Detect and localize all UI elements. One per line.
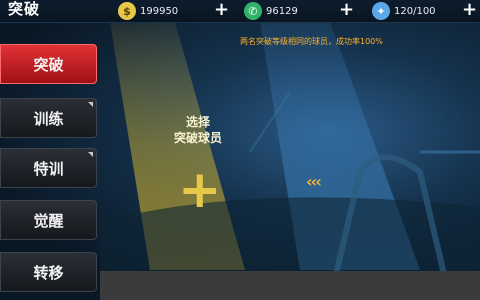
stamina-icon: ✆ [244, 2, 262, 20]
corner-indicator-icon [88, 152, 93, 157]
tab-awaken[interactable]: 觉醒 [0, 200, 97, 240]
energy-icon: ✦ [372, 2, 390, 20]
add-energy-button[interactable]: + [462, 0, 477, 20]
tab-label: 特训 [33, 159, 64, 178]
add-stamina-button[interactable]: + [339, 0, 354, 20]
coin-icon: $ [118, 2, 136, 20]
tab-label: 转移 [33, 263, 64, 282]
stamina-value: 96129 [266, 5, 298, 17]
corner-indicator-icon [88, 102, 93, 107]
energy-resource: ✦ 120/100 [372, 2, 436, 20]
stamina-resource: ✆ 96129 [244, 2, 298, 20]
tab-label: 觉醒 [33, 211, 64, 230]
sidebar: 突破 训练 特训 觉醒 转移 [0, 22, 100, 300]
arrows-left-icon: ‹‹‹ [306, 172, 322, 191]
bottom-bar [100, 271, 480, 300]
notice-text: 两名突破等级相同的球员，成功率100% [240, 37, 383, 46]
tab-transfer[interactable]: 转移 [0, 252, 97, 292]
tab-label: 训练 [33, 109, 64, 128]
coin-value: 199950 [140, 5, 179, 17]
tab-breakthrough[interactable]: 突破 [0, 44, 97, 84]
tab-training[interactable]: 训练 [0, 98, 97, 138]
top-bar: 突破 $ 199950 + ✆ 96129 + ✦ 120/100 + [0, 0, 480, 23]
add-player-icon[interactable]: + [178, 164, 222, 216]
page-title: 突破 [8, 0, 41, 18]
add-coin-button[interactable]: + [214, 0, 229, 20]
coin-resource: $ 199950 [118, 2, 178, 20]
select-player-label[interactable]: 选择 突破球员 [148, 114, 248, 146]
tab-label: 突破 [33, 55, 64, 74]
tab-special-training[interactable]: 特训 [0, 148, 97, 188]
energy-value: 120/100 [394, 5, 436, 17]
